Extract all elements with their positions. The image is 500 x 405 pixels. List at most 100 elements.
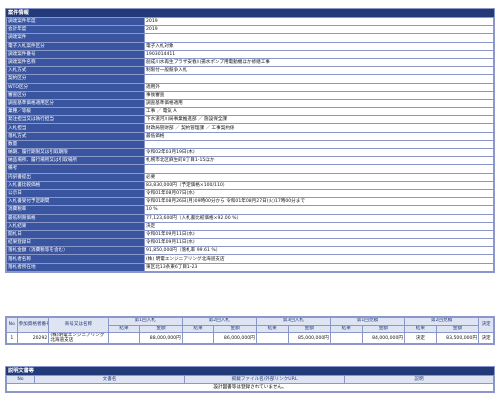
col-amount: 金額 <box>139 324 183 333</box>
col-negotiation1: 第1回見積 <box>329 317 405 326</box>
info-label: 入札書比較価格 <box>6 180 145 190</box>
cell-no: 1 <box>6 332 18 344</box>
info-row: 落札方式 最低価格 <box>6 131 494 141</box>
info-row: 会計年度 2019 <box>6 25 494 35</box>
info-label: 入札担当 <box>6 123 145 133</box>
col-round2: 第2回入札 <box>181 317 257 326</box>
cell-amount: 88,000,000円 <box>139 332 183 344</box>
info-row: 調達案件 <box>6 33 494 43</box>
cell-decision: 決定 <box>478 332 494 344</box>
col-bidder-name: 商号又は名称 <box>48 317 109 333</box>
info-row: WTO区分 適用外 <box>6 82 494 92</box>
info-row: 契約区分 <box>6 74 494 84</box>
info-row: 入札書受付予定期間 令和01年08月26日(月)09時00分から 令和01年08月… <box>6 197 494 207</box>
info-row: 納期、履行期限又は引取期限 令和02年03月19日(木) <box>6 147 494 158</box>
info-label: 落札金額（消費税等を含む） <box>6 246 145 256</box>
info-value: (株) 明電エンジニアリング北海道支店 <box>144 254 494 264</box>
info-label: 入札結果 <box>6 221 145 231</box>
cell-result <box>329 332 363 344</box>
bids-table: No 参加資格者番号 商号又は名称 第1回入札 第2回入札 第3回入札 第1回見… <box>6 317 494 344</box>
col-round1: 第1回入札 <box>107 317 183 326</box>
info-row: 最低制限価格 77,123,600円（入札書比較価格×92.00 %） <box>6 213 494 223</box>
info-value: 事後審査 <box>144 90 494 100</box>
info-row: 業種／等級 工事 ／ 電気 A <box>6 107 494 117</box>
col-no: No <box>6 317 18 333</box>
documents-table: No 文書名 掲載ファイル名/外部リンクURL 説明 設計図書等は登録されていま… <box>6 375 494 392</box>
cell-amount: 85,000,000円 <box>287 332 331 344</box>
info-label: 会計年度 <box>6 25 145 35</box>
table-row: 1 20292 (株)明電エンジニアリング 北海道支店 88,000,000円 … <box>6 332 494 344</box>
info-row: 結果登録日 令和01年09月11日(水) <box>6 238 494 248</box>
col-amount: 金額 <box>435 324 480 333</box>
info-label: 審査区分 <box>6 90 145 100</box>
info-label: 契約区分 <box>6 74 145 84</box>
info-label: 電子入札案件区分 <box>6 41 145 51</box>
info-label: 調達案件年度 <box>6 16 145 27</box>
info-value <box>144 139 494 150</box>
info-row: 内訳書提出 必要 <box>6 172 494 182</box>
info-row: 開札日 令和01年09月11日(水) <box>6 229 494 240</box>
info-row: 調達案件年度 2019 <box>6 16 494 27</box>
info-value: 令和02年03月19日(木) <box>144 147 494 158</box>
info-label: 落札者名称 <box>6 254 145 264</box>
info-value: 創成川水再生プラザ安春川揚水ポンプ用電動機ほか修繕工事 <box>144 57 494 68</box>
info-value: 最低価格 <box>144 131 494 141</box>
info-value: 適用外 <box>144 82 494 92</box>
info-row: 備考 <box>6 164 494 174</box>
info-row: 落札者名称 (株) 明電エンジニアリング北海道支店 <box>6 254 494 264</box>
info-label: 調査基準価格適用区分 <box>6 98 145 109</box>
info-row: 審査区分 事後審査 <box>6 90 494 100</box>
cell-registration-number: 20292 <box>16 332 50 344</box>
info-label: 入札書受付予定期間 <box>6 197 145 207</box>
info-label: 公示日 <box>6 188 145 199</box>
col-registration-number: 参加資格者番号 <box>16 317 50 333</box>
cell-result <box>255 332 289 344</box>
info-value: 83,830,000円（予定価格×100/110） <box>144 180 494 190</box>
case-info-panel: 案件情報 調達案件年度 2019 会計年度 2019 調達案件 電子入札案件区分 電子入札対… <box>5 8 495 273</box>
info-value <box>144 33 494 43</box>
info-row: 数量 <box>6 139 494 150</box>
col-negotiation2: 第2回見積 <box>403 317 480 326</box>
col-result: 結果 <box>403 324 437 333</box>
info-value: 91,850,000円（落札率 99.61 %） <box>144 246 494 256</box>
info-row: 納品場所、履行場所又は引取場所 札幌市北区麻生町8丁目1-15ほか <box>6 156 494 166</box>
bids-panel: No 参加資格者番号 商号又は名称 第1回入札 第2回入札 第3回入札 第1回見… <box>5 316 495 345</box>
info-value: 2019 <box>144 16 494 27</box>
info-row: 入札結果 決定 <box>6 221 494 231</box>
docs-section-title: 説明文書等 <box>6 367 494 375</box>
info-label: 調達案件名称 <box>6 57 145 68</box>
info-value: 令和01年09月11日(水) <box>144 229 494 240</box>
empty-message: 設計図書等は登録されていません。 <box>6 383 494 392</box>
col-result: 結果 <box>329 324 363 333</box>
info-label: 発注担当又は執行担当 <box>6 115 145 125</box>
info-row: 入札方式 制限付一般競争入札 <box>6 66 494 76</box>
info-label: 備考 <box>6 164 145 174</box>
info-row: 消費税率 10 % <box>6 205 494 215</box>
cell-amount: 84,000,000円 <box>361 332 405 344</box>
cell-amount: 86,000,000円 <box>213 332 257 344</box>
col-amount: 金額 <box>361 324 405 333</box>
info-row: 入札担当 財政局管財部 ／ 契約管理課 ／ 工事契約係 <box>6 123 494 133</box>
info-row: 調達案件番号 1903014411 <box>6 49 494 59</box>
info-row: 発注担当又は執行担当 下水道河川局事業推進部 ／ 施設保全課 <box>6 115 494 125</box>
col-file-link: 掲載ファイル名/外部リンクURL <box>184 375 345 384</box>
info-value: 電子入札対象 <box>144 41 494 51</box>
info-value: 必要 <box>144 172 494 182</box>
col-result: 結果 <box>255 324 289 333</box>
cell-bidder-name: (株)明電エンジニアリング 北海道支店 <box>48 332 109 344</box>
cell-result <box>107 332 141 344</box>
info-label: 開札日 <box>6 229 145 240</box>
info-value: 10 % <box>144 205 494 215</box>
info-value: 下水道河川局事業推進部 ／ 施設保全課 <box>144 115 494 125</box>
info-label: 最低制限価格 <box>6 213 145 223</box>
info-row: 落札金額（消費税等を含む） 91,850,000円（落札率 99.61 %） <box>6 246 494 256</box>
col-amount: 金額 <box>213 324 257 333</box>
info-label: 入札方式 <box>6 66 145 76</box>
info-row: 公示日 令和01年08月07日(水) <box>6 188 494 199</box>
col-no: No <box>6 375 35 384</box>
cell-result <box>181 332 215 344</box>
info-label: 落札方式 <box>6 131 145 141</box>
info-value: 制限付一般競争入札 <box>144 66 494 76</box>
info-value: 1903014411 <box>144 49 494 59</box>
info-value: 令和01年08月26日(月)09時00分から 令和01年08月27日(火)17時… <box>144 197 494 207</box>
